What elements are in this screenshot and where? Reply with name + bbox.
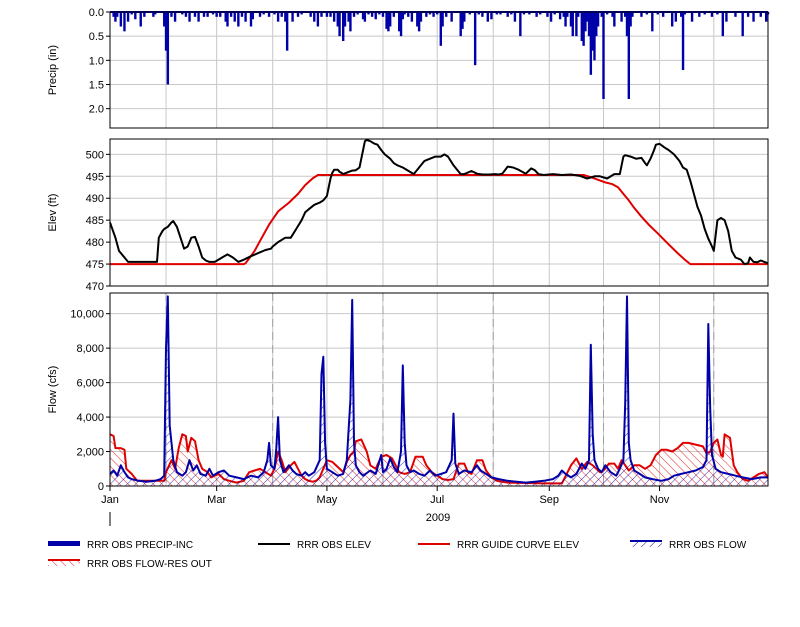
legend-item: RRR OBS FLOW-RES OUT bbox=[48, 559, 212, 570]
precip-bar bbox=[674, 12, 678, 22]
precip-bar bbox=[291, 12, 294, 22]
legend-swatch bbox=[48, 541, 80, 546]
precip-bar bbox=[613, 12, 616, 27]
legend-label: RRR OBS FLOW-RES OUT bbox=[87, 559, 212, 570]
precip-bar bbox=[596, 12, 600, 27]
y-tick-label: 1.5 bbox=[89, 80, 104, 92]
precip-bar bbox=[419, 12, 423, 22]
time-axis: 2009 Jan Mar May Jul Sep Nov bbox=[101, 486, 670, 526]
precip-bar bbox=[651, 12, 654, 32]
x-tick-label: Jan bbox=[101, 494, 119, 506]
legend-item: RRR GUIDE CURVE ELEV bbox=[418, 540, 579, 551]
precip-bar bbox=[388, 12, 392, 27]
precip-bar bbox=[139, 12, 142, 27]
precip-bar bbox=[670, 12, 674, 27]
legend-label: RRR OBS FLOW bbox=[669, 540, 747, 551]
y-tick-label: 2,000 bbox=[76, 447, 104, 459]
x-tick-label: May bbox=[317, 494, 338, 506]
precip-bar bbox=[188, 12, 191, 22]
precip-bar bbox=[490, 12, 493, 20]
legend-label: RRR OBS ELEV bbox=[297, 540, 371, 551]
precip-bar bbox=[363, 12, 367, 22]
y-tick-label: 1.0 bbox=[89, 55, 104, 67]
guide-curve-line bbox=[110, 174, 768, 266]
precip-bar bbox=[233, 12, 236, 22]
y-tick-label: 475 bbox=[86, 259, 104, 271]
precip-bar bbox=[166, 12, 170, 85]
precip-bar bbox=[134, 12, 137, 20]
y-tick-label: 485 bbox=[86, 215, 104, 227]
legend-label: RRR GUIDE CURVE ELEV bbox=[457, 540, 579, 551]
precip-bar bbox=[486, 12, 490, 22]
y-tick-label: 490 bbox=[86, 193, 104, 205]
legend-label: RRR OBS PRECIP-INC bbox=[87, 540, 193, 551]
precip-bar bbox=[741, 12, 744, 37]
precip-bar bbox=[251, 12, 255, 20]
y-tick-label: 2.0 bbox=[89, 104, 104, 116]
precip-bar bbox=[441, 12, 444, 27]
precip-bar bbox=[316, 12, 320, 27]
precip-bar bbox=[463, 12, 466, 22]
precip-bar bbox=[119, 12, 123, 27]
x-tick-label: Jul bbox=[430, 494, 444, 506]
y-tick-label: 6,000 bbox=[76, 378, 104, 390]
precip-bar bbox=[450, 12, 453, 22]
y-tick-label: 495 bbox=[86, 171, 104, 183]
precip-bar bbox=[690, 12, 694, 22]
precip-bar bbox=[313, 12, 316, 22]
precip-bar bbox=[549, 12, 553, 22]
precip-bar bbox=[374, 12, 377, 20]
precip-bar bbox=[226, 12, 229, 27]
y-tick-label: 0 bbox=[98, 481, 104, 493]
x-tick-label: Sep bbox=[539, 494, 559, 506]
precip-bar bbox=[244, 12, 247, 22]
y-axis-title: Flow (cfs) bbox=[47, 366, 59, 414]
precip-bar bbox=[349, 12, 352, 32]
precip-bar bbox=[237, 12, 240, 27]
y-tick-label: 8,000 bbox=[76, 343, 104, 355]
precip-bar bbox=[513, 12, 517, 22]
precip-bar bbox=[126, 12, 130, 22]
y-axis-title: Elev (ft) bbox=[47, 194, 59, 232]
precip-bar bbox=[473, 12, 477, 66]
legend-item: RRR OBS PRECIP-INC bbox=[48, 540, 193, 551]
x-tick-label: Nov bbox=[650, 494, 670, 506]
y-tick-label: 480 bbox=[86, 237, 104, 249]
hydrograph-chart: 0.00.51.01.52.0Precip (in) 4704754804854… bbox=[47, 7, 770, 570]
y-tick-label: 4,000 bbox=[76, 412, 104, 424]
year-label: 2009 bbox=[426, 512, 450, 524]
precip-bar bbox=[602, 12, 605, 99]
y-tick-label: 500 bbox=[86, 149, 104, 161]
precip-bar bbox=[519, 12, 522, 37]
plot-frame bbox=[109, 11, 769, 129]
precip-bar bbox=[571, 12, 574, 37]
precip-bar bbox=[276, 12, 280, 22]
y-tick-label: 0.5 bbox=[89, 31, 104, 43]
precip-bar bbox=[721, 12, 725, 37]
legend: RRR OBS PRECIP-INC RRR OBS ELEV RRR GUIDE … bbox=[48, 540, 747, 570]
legend-item: RRR OBS FLOW bbox=[630, 540, 747, 551]
x-tick-label: Mar bbox=[207, 494, 226, 506]
precip-bar bbox=[620, 12, 623, 22]
precip-panel: 0.0 0.5 1.0 1.5 2.0 Precip (in) bbox=[47, 7, 770, 129]
precip-bar bbox=[752, 12, 755, 22]
precip-bar bbox=[332, 12, 336, 22]
precip-bar bbox=[338, 12, 341, 37]
elevation-panel: 470 475 480 485 490 495 500 Elev (ft) bbox=[47, 138, 769, 293]
precip-bar bbox=[558, 12, 562, 20]
precip-bar bbox=[285, 12, 289, 51]
y-tick-label: 0.0 bbox=[89, 7, 104, 19]
legend-item: RRR OBS ELEV bbox=[258, 540, 371, 551]
y-tick-label: 10,000 bbox=[70, 309, 104, 321]
precip-bar bbox=[197, 12, 200, 22]
y-tick-label: 470 bbox=[86, 281, 104, 293]
precip-bar bbox=[681, 12, 685, 70]
precip-bar bbox=[725, 12, 728, 22]
precip-bar bbox=[173, 12, 177, 22]
y-axis-title: Precip (in) bbox=[47, 45, 59, 95]
precip-bar bbox=[343, 12, 347, 27]
precip-bar bbox=[410, 12, 414, 22]
flow-panel: 0 2,000 4,000 6,000 8,000 10,000 Flow (cfs) bbox=[47, 292, 769, 493]
precip-bar bbox=[123, 12, 126, 32]
